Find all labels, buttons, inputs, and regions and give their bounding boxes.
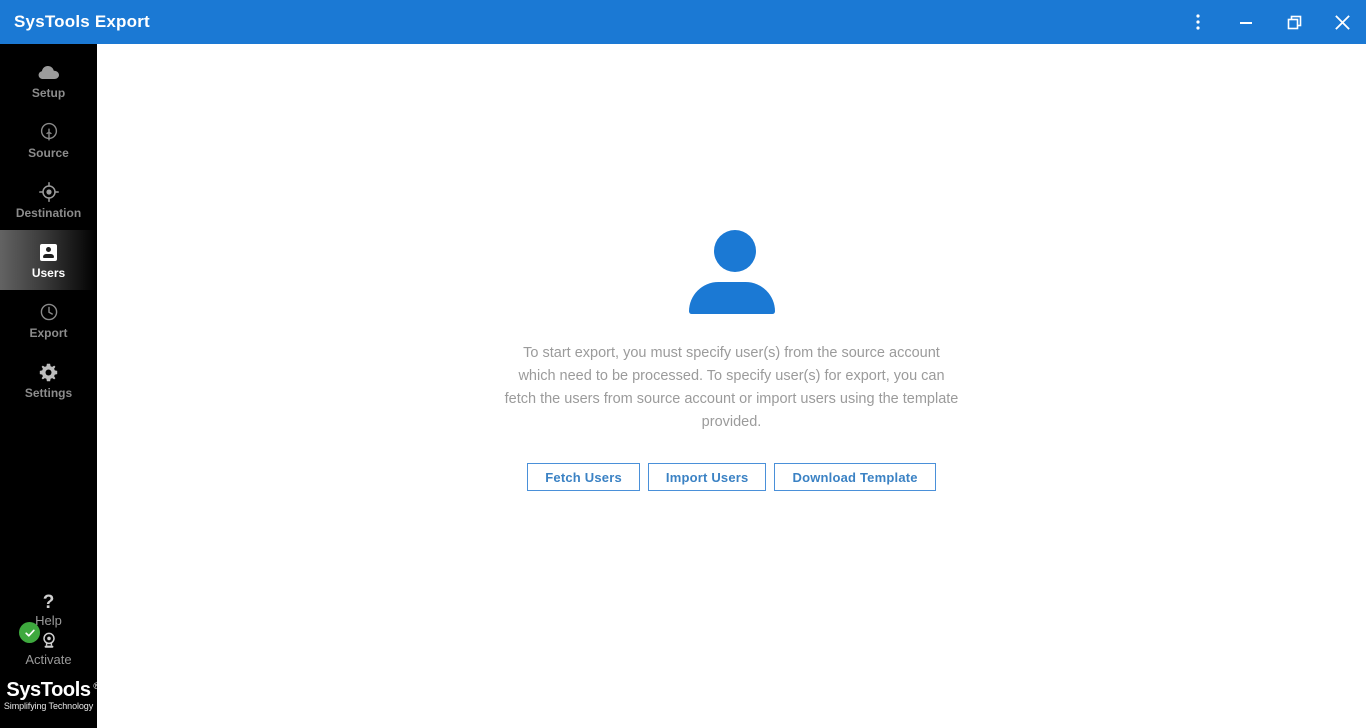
sidebar-item-users[interactable]: Users (0, 230, 97, 290)
sidebar-item-destination[interactable]: Destination (0, 170, 97, 230)
user-card-icon (40, 240, 57, 264)
users-empty-state: To start export, you must specify user(s… (97, 230, 1366, 491)
sidebar-item-label: Source (28, 146, 69, 160)
brand-name-text: SysTools (6, 679, 91, 701)
sidebar-item-label: Export (29, 326, 68, 340)
brand-logo: SysTools® Simplifying Technology (0, 669, 100, 724)
clock-icon (39, 300, 59, 324)
source-icon (39, 120, 59, 144)
fetch-users-button[interactable]: Fetch Users (527, 463, 640, 491)
sidebar-item-label: Destination (15, 206, 82, 220)
sidebar-item-settings[interactable]: Settings (0, 350, 97, 410)
award-icon (41, 630, 57, 652)
sidebar-item-setup[interactable]: Setup (0, 50, 97, 110)
question-mark-icon: ? (42, 591, 55, 613)
import-users-button[interactable]: Import Users (647, 463, 767, 491)
target-icon (38, 180, 59, 204)
window-controls (1174, 0, 1366, 44)
close-icon (1334, 14, 1350, 30)
activate-label: Activate (25, 652, 72, 667)
sidebar-item-export[interactable]: Export (0, 290, 97, 350)
check-icon (24, 629, 35, 637)
sidebar-nav: Setup Source Destination Users Export Se… (0, 44, 97, 410)
help-label: Help (35, 613, 62, 628)
gear-icon (39, 360, 58, 384)
kebab-menu-button[interactable] (1174, 0, 1222, 44)
help-button[interactable]: ? Help (0, 591, 97, 629)
activation-status-badge (19, 622, 40, 643)
sidebar-item-label: Users (31, 266, 66, 280)
download-template-button[interactable]: Download Template (774, 463, 936, 491)
kebab-menu-icon (1196, 13, 1200, 31)
sidebar-utilities: ? Help Activate SysTools Simplifying Tec… (0, 591, 100, 728)
cloud-icon (38, 60, 60, 84)
action-buttons: Fetch Users Import Users Download Templa… (527, 463, 936, 491)
activate-button[interactable]: Activate (0, 629, 97, 669)
sidebar-item-label: Settings (24, 386, 73, 400)
app-title: SysTools Export (14, 12, 150, 31)
minimize-icon (1239, 15, 1253, 29)
empty-state-description: To start export, you must specify user(s… (504, 345, 959, 430)
restore-button[interactable] (1270, 0, 1318, 44)
sidebar-item-source[interactable]: Source (0, 110, 97, 170)
sidebar-item-label: Setup (31, 86, 66, 100)
brand-tagline: Simplifying Technology (3, 701, 94, 711)
brand-name: SysTools® (6, 679, 100, 701)
title-bar: SysTools Export (0, 0, 1366, 44)
close-button[interactable] (1318, 0, 1366, 44)
sidebar: Setup Source Destination Users Export Se… (0, 44, 100, 728)
restore-icon (1287, 15, 1302, 30)
minimize-button[interactable] (1222, 0, 1270, 44)
user-avatar-icon (688, 230, 775, 314)
main-content: To start export, you must specify user(s… (97, 44, 1366, 728)
